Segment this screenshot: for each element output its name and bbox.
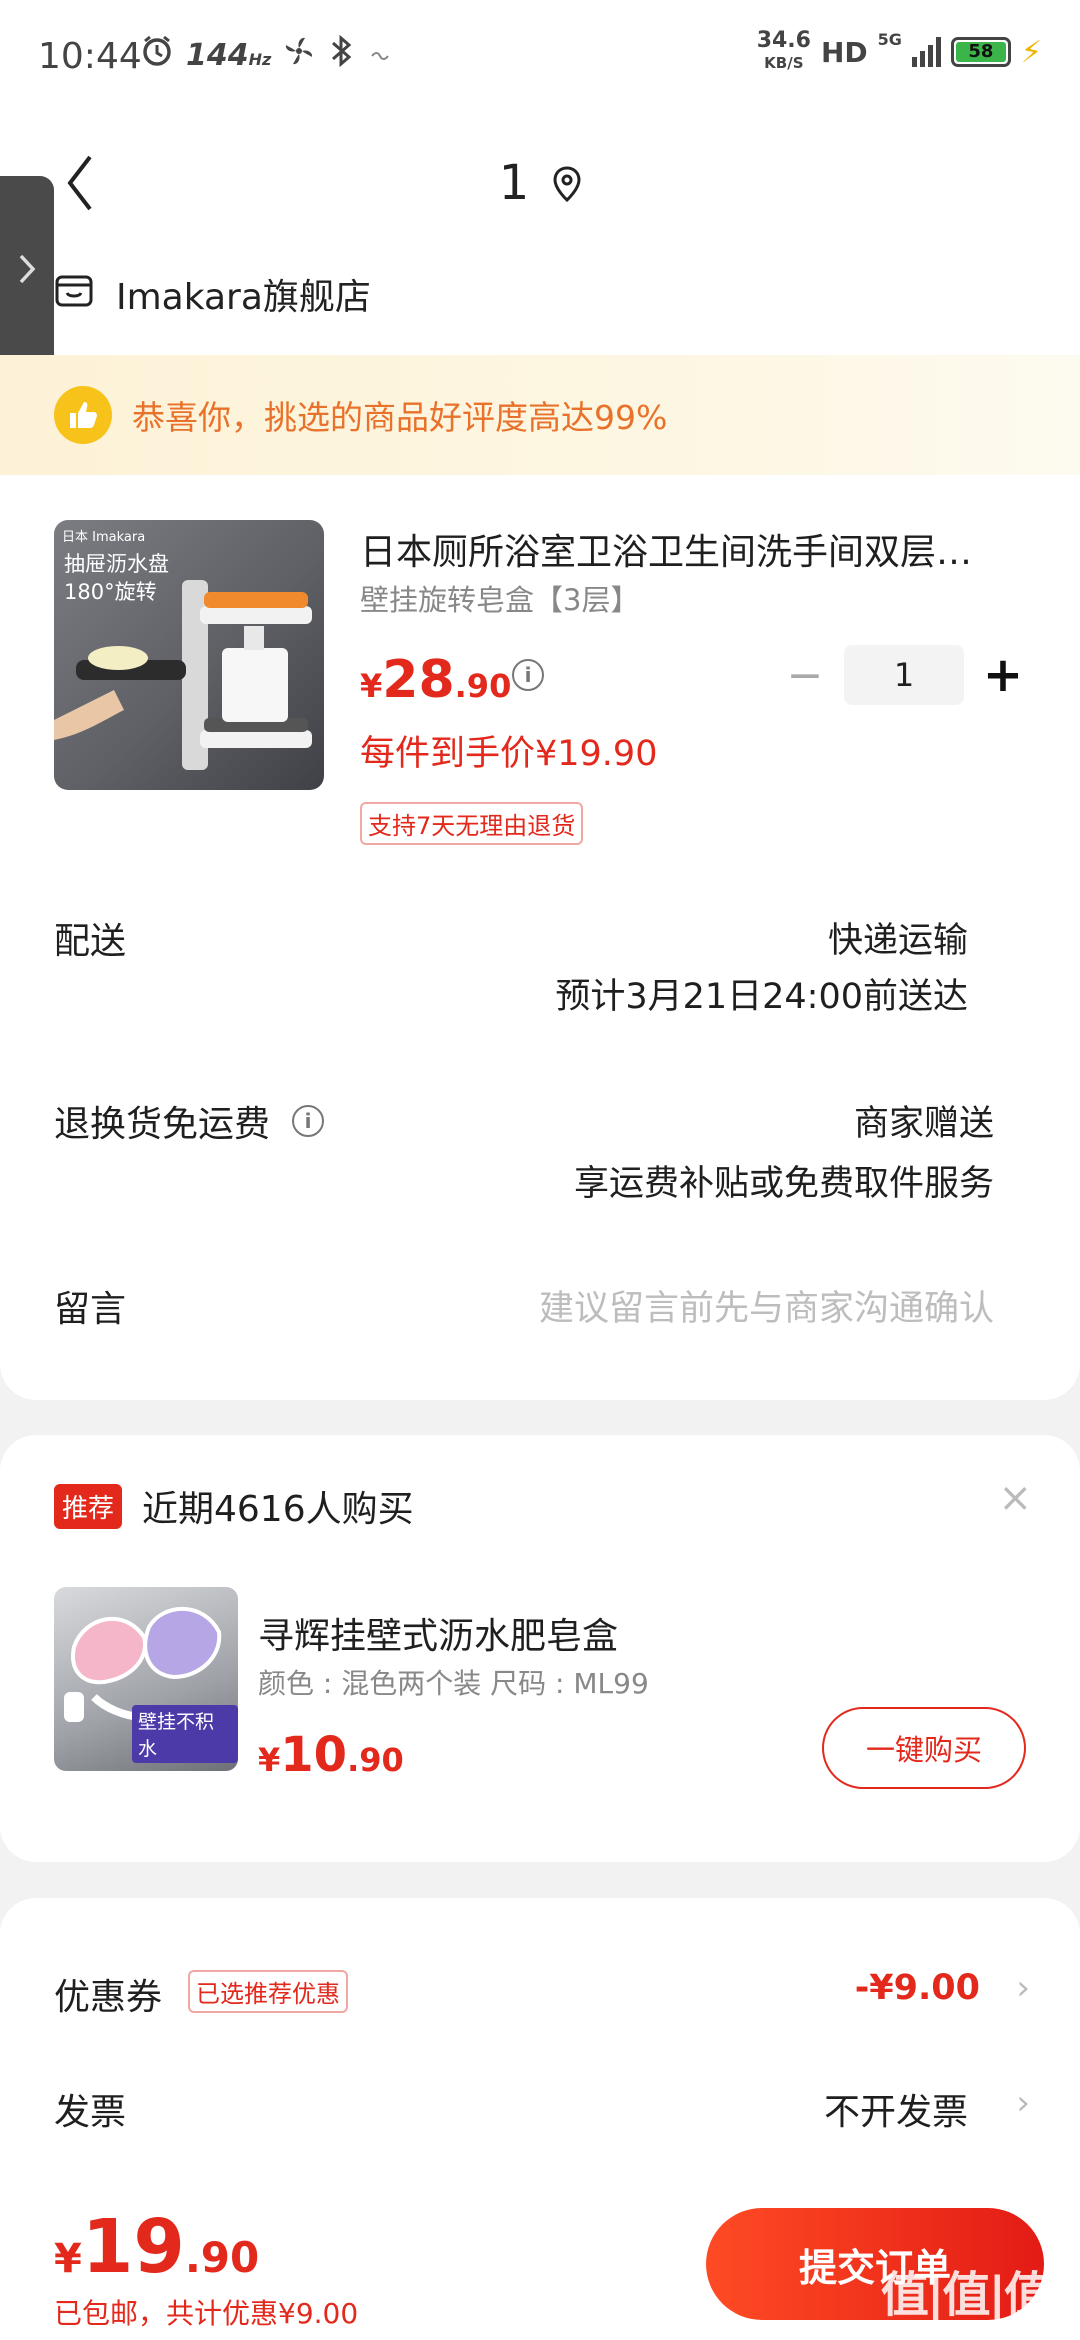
thumbs-up-icon <box>54 386 112 444</box>
alarm-icon <box>140 34 174 76</box>
hd-indicator: HD <box>820 35 868 69</box>
price-info-icon[interactable]: i <box>512 659 544 691</box>
store-name: Imakara旗舰店 <box>116 277 371 318</box>
return-policy-tag: 支持7天无理由退货 <box>360 802 584 845</box>
address-text: 1 <box>498 155 530 211</box>
quantity-stepper: − 1 + <box>780 645 1028 705</box>
chevron-right-icon <box>17 252 37 295</box>
network-type: 5G <box>877 30 902 49</box>
product-spec[interactable]: 壁挂旋转皂盒【3层】 <box>360 577 639 619</box>
address-title[interactable]: 1 <box>0 155 1080 214</box>
nfc-icon <box>369 38 391 73</box>
rating-banner-text: 恭喜你，挑选的商品好评度高达99% <box>132 398 668 437</box>
status-bar: 10:44 144Hz 34.6 KB/S HD 5G 58 ⚡ <box>0 0 1080 110</box>
total-price: ¥19.90 <box>54 2204 260 2290</box>
fan-icon <box>283 35 315 75</box>
quantity-plus-button[interactable]: + <box>978 645 1028 705</box>
store-row[interactable]: Imakara旗舰店 <box>54 268 371 320</box>
battery-icon: 58 <box>950 37 1011 67</box>
quantity-minus-button[interactable]: − <box>780 645 830 705</box>
message-label: 留言 <box>54 1289 127 1330</box>
location-pin-icon <box>553 158 581 214</box>
site-watermark: 值|值|值 zhizhizhi.com <box>880 2267 1052 2340</box>
net-price: 每件到手价¥19.90 <box>360 734 658 774</box>
return-shipping-value: 商家赠送 <box>853 1104 994 1144</box>
product-price: ¥28.90 <box>360 650 512 710</box>
status-time: 10:44 <box>38 36 142 77</box>
recommend-image-badge: 壁挂不积水 <box>132 1705 238 1763</box>
product-title[interactable]: 日本厕所浴室卫浴卫生间洗手间双层… <box>360 523 1020 575</box>
chevron-right-icon[interactable]: › <box>1016 1968 1030 2008</box>
coupon-label: 优惠券 <box>54 1977 163 2018</box>
charging-icon: ⚡ <box>1020 34 1042 70</box>
delivery-label: 配送 <box>54 921 127 962</box>
status-icons-left: 144Hz <box>140 34 391 76</box>
recommend-product-name[interactable]: 寻辉挂壁式沥水肥皂盒 <box>258 1607 618 1659</box>
return-info-icon[interactable]: i <box>292 1105 325 1137</box>
delivery-eta: 预计3月21日24:00前送达 <box>555 977 968 1017</box>
chevron-right-icon[interactable]: › <box>1016 2083 1030 2123</box>
bluetooth-icon <box>327 34 357 76</box>
refresh-rate: 144Hz <box>186 37 272 73</box>
rating-banner: 恭喜你，挑选的商品好评度高达99% <box>0 355 1080 475</box>
close-icon[interactable]: × <box>998 1475 1032 1521</box>
recommend-product-attrs: 颜色 : 混色两个装 尺码 : ML99 <box>258 1667 649 1700</box>
return-shipping-label: 退换货免运费 <box>54 1104 271 1145</box>
return-shipping-row: 退换货免运费 i <box>54 1095 325 1147</box>
invoice-value[interactable]: 不开发票 <box>824 2083 968 2135</box>
net-speed: 34.6 KB/S <box>756 28 811 73</box>
store-icon <box>54 271 94 318</box>
soap-rack-illustration <box>54 580 312 770</box>
one-click-buy-button[interactable]: 一键购买 <box>822 1707 1026 1789</box>
product-image[interactable]: 日本 Imakara 抽屉沥水盘 180°旋转 <box>54 520 324 790</box>
delivery-method[interactable]: 快递运输 <box>828 912 968 963</box>
quantity-input[interactable]: 1 <box>844 645 964 705</box>
coupon-value[interactable]: -¥9.00 <box>855 1968 980 2008</box>
status-icons-right: 34.6 KB/S HD 5G 58 ⚡ <box>757 30 1042 74</box>
recommend-card: 推荐 近期4616人购买 × 壁挂不积水 寻辉挂壁式沥水肥皂盒 颜色 : 混色两… <box>0 1435 1080 1862</box>
total-discount-note: 已包邮，共计优惠¥9.00 <box>54 2297 359 2330</box>
coupon-tag: 已选推荐优惠 <box>188 1970 348 2013</box>
signal-icon <box>911 37 941 67</box>
recommend-title: 近期4616人购买 <box>142 1489 414 1530</box>
recommend-product-image[interactable]: 壁挂不积水 <box>54 1587 238 1771</box>
return-shipping-desc: 享运费补贴或免费取件服务 <box>573 1164 994 1204</box>
invoice-label: 发票 <box>54 2092 127 2133</box>
recommend-tag: 推荐 <box>54 1484 123 1529</box>
recommend-price: ¥10.90 <box>258 1727 404 1783</box>
message-input[interactable]: 建议留言前先与商家沟通确认 <box>539 1280 994 1331</box>
